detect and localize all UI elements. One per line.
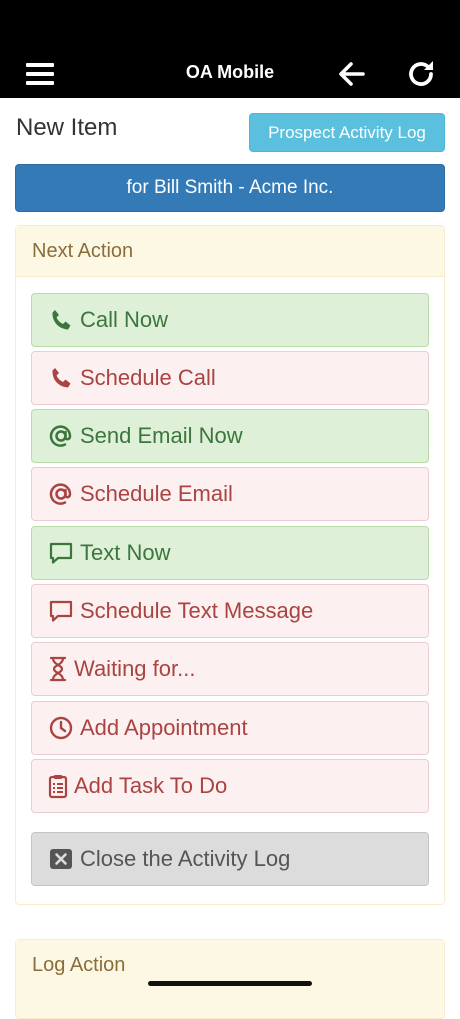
action-label: Call Now <box>80 307 169 332</box>
phone-icon <box>48 307 74 333</box>
action-label: Schedule Email <box>80 481 233 506</box>
chat-bubble-icon <box>48 598 74 624</box>
chat-bubble-icon <box>48 540 74 566</box>
close-activity-log-button[interactable]: Close the Activity Log <box>31 832 429 886</box>
action-label: Add Appointment <box>80 715 248 740</box>
clock-icon <box>48 715 74 741</box>
add-appointment-button[interactable]: Add Appointment <box>31 701 429 755</box>
clipboard-icon <box>48 773 68 799</box>
schedule-text-message-button[interactable]: Schedule Text Message <box>31 584 429 638</box>
action-label: Add Task To Do <box>74 773 228 798</box>
page-title: New Item <box>16 114 118 141</box>
phone-icon <box>48 365 74 391</box>
next-action-panel: Next Action Call Now Schedule Call Send … <box>15 225 445 905</box>
schedule-call-button[interactable]: Schedule Call <box>31 351 429 405</box>
text-now-button[interactable]: Text Now <box>31 526 429 580</box>
prospect-activity-log-button[interactable]: Prospect Activity Log <box>249 113 445 152</box>
top-bar: OA Mobile <box>0 0 460 98</box>
action-label: Schedule Text Message <box>80 598 314 623</box>
action-label: Send Email Now <box>80 423 243 448</box>
action-label: Close the Activity Log <box>80 846 291 871</box>
at-icon <box>48 481 74 507</box>
hourglass-icon <box>48 656 68 682</box>
action-label: Waiting for... <box>74 656 196 681</box>
send-email-now-button[interactable]: Send Email Now <box>31 409 429 463</box>
waiting-for-button[interactable]: Waiting for... <box>31 642 429 696</box>
app-title: OA Mobile <box>185 62 275 82</box>
call-now-button[interactable]: Call Now <box>31 293 429 347</box>
refresh-icon[interactable] <box>405 58 437 90</box>
menu-icon[interactable] <box>26 63 54 85</box>
at-icon <box>48 423 74 449</box>
close-box-icon <box>48 846 74 872</box>
schedule-email-button[interactable]: Schedule Email <box>31 467 429 521</box>
action-label: Text Now <box>80 540 171 565</box>
contact-button[interactable]: for Bill Smith - Acme Inc. <box>15 164 445 212</box>
back-arrow-icon[interactable] <box>337 60 365 88</box>
add-task-to-do-button[interactable]: Add Task To Do <box>31 759 429 813</box>
panel-heading: Next Action <box>16 226 444 277</box>
home-indicator <box>148 981 312 986</box>
action-label: Schedule Call <box>80 365 216 390</box>
log-action-panel: Log Action <box>15 939 445 1019</box>
